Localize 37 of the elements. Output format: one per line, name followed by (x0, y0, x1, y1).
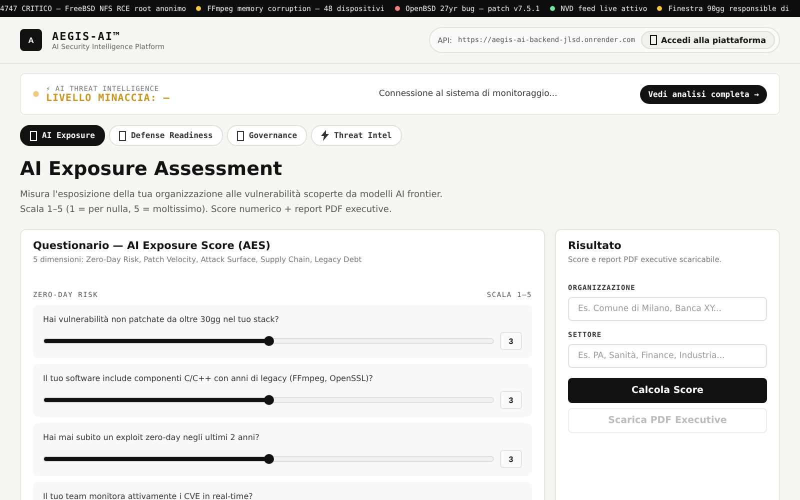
tab[interactable]: Governance (226, 125, 308, 146)
slider-value: 3 (500, 391, 522, 409)
calculate-button[interactable]: Calcola Score (568, 378, 767, 403)
slider-track[interactable] (43, 397, 494, 403)
slider-thumb[interactable] (264, 395, 274, 405)
question-text: Hai vulnerabilità non patchate da oltre 30gg nel tuo stack? (43, 315, 280, 324)
logo: A (20, 29, 42, 51)
question-text: Il tuo software include componenti C/C++ con anni di legacy (FFmpeg, OpenSSL)? (43, 374, 374, 383)
input-field[interactable]: Es. Comune di Milano, Banca XY... (568, 297, 767, 321)
tab-icon (118, 130, 126, 140)
full-analysis-button[interactable]: Vedi analisi completa → (640, 84, 767, 104)
tab-icon (236, 130, 244, 140)
pulse-dot (33, 91, 39, 97)
login-button[interactable]: Accedi alla piattaforma (641, 31, 775, 49)
login-icon (650, 35, 657, 45)
question-text: Il tuo team monitora attivamente i CVE in real-time? (43, 492, 254, 500)
page-description: Misura l'esposizione della tua organizzazione alle vulnerabilità scoperte da modelli AI frontier. (20, 188, 444, 202)
card-title: Risultato (568, 240, 622, 252)
page-title: AI Exposure Assessment (20, 158, 284, 180)
slider-track[interactable] (43, 338, 494, 344)
threat-level: LIVELLO MINACCIA: — (46, 92, 171, 104)
slider-thumb[interactable] (264, 336, 274, 346)
slider-track[interactable] (43, 456, 494, 462)
card-title: Questionario — AI Exposure Score (AES) (33, 240, 272, 252)
lightning-icon (321, 130, 330, 141)
page-description: Scala 1–5 (1 = per nulla, 5 = moltissimo). Score numerico + report PDF executive. (20, 204, 393, 217)
tab[interactable]: AI Exposure (20, 125, 105, 146)
question-text: Hai mai subito un exploit zero-day negli ultimi 2 anni? (43, 433, 260, 442)
slider-value: 3 (500, 332, 522, 350)
slider-value: 3 (500, 450, 522, 468)
tab[interactable]: Threat Intel (311, 125, 402, 146)
input-field[interactable]: Es. PA, Sanità, Finance, Industria... (568, 344, 767, 368)
connection-status: Connessione al sistema di monitoraggio... (378, 89, 558, 99)
slider-thumb[interactable] (264, 454, 274, 464)
tab[interactable]: Defense Readiness (108, 125, 223, 146)
brand-name: AEGIS-AI™ (52, 30, 122, 42)
tab-icon (30, 130, 37, 140)
